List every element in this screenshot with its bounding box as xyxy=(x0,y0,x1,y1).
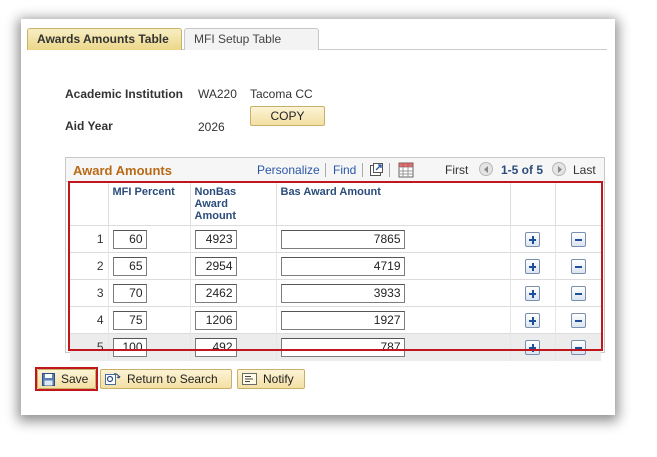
download-grid-icon[interactable] xyxy=(398,162,414,181)
save-highlight-box xyxy=(35,367,98,391)
tab-mfi-setup-table[interactable]: MFI Setup Table xyxy=(184,28,319,50)
personalize-link[interactable]: Personalize xyxy=(257,163,320,177)
grid-header-bar: Award Amounts Personalize Find First 1-5… xyxy=(66,158,604,182)
grid-title: Award Amounts xyxy=(73,163,172,178)
notify-button[interactable]: Notify xyxy=(237,369,305,389)
institution-code: WA220 xyxy=(198,87,237,101)
institution-name: Tacoma CC xyxy=(250,87,313,101)
separator xyxy=(389,163,390,177)
notify-label: Notify xyxy=(263,372,294,386)
aid-year-label: Aid Year xyxy=(65,119,113,133)
separator xyxy=(362,163,363,177)
copy-button[interactable]: COPY xyxy=(250,106,325,126)
tab-awards-amounts-table[interactable]: Awards Amounts Table xyxy=(27,28,182,50)
return-to-search-button[interactable]: Return to Search xyxy=(100,369,232,389)
chevron-left-icon xyxy=(484,166,488,173)
separator xyxy=(325,163,326,177)
first-label: First xyxy=(445,163,469,177)
last-label: Last xyxy=(573,163,596,177)
academic-institution-label: Academic Institution xyxy=(65,87,184,101)
find-link[interactable]: Find xyxy=(333,163,356,177)
tab-bar: Awards Amounts Table MFI Setup Table xyxy=(27,28,607,50)
next-row-button[interactable] xyxy=(552,162,566,176)
notify-icon xyxy=(242,373,257,385)
view-all-icon[interactable] xyxy=(369,162,384,180)
return-to-search-icon xyxy=(105,373,121,385)
previous-row-button[interactable] xyxy=(479,162,493,176)
row-range: 1-5 of 5 xyxy=(501,163,544,177)
chevron-right-icon xyxy=(558,166,562,173)
aid-year-value: 2026 xyxy=(198,120,225,134)
return-to-search-label: Return to Search xyxy=(127,372,218,386)
table-highlight-box xyxy=(68,181,603,351)
